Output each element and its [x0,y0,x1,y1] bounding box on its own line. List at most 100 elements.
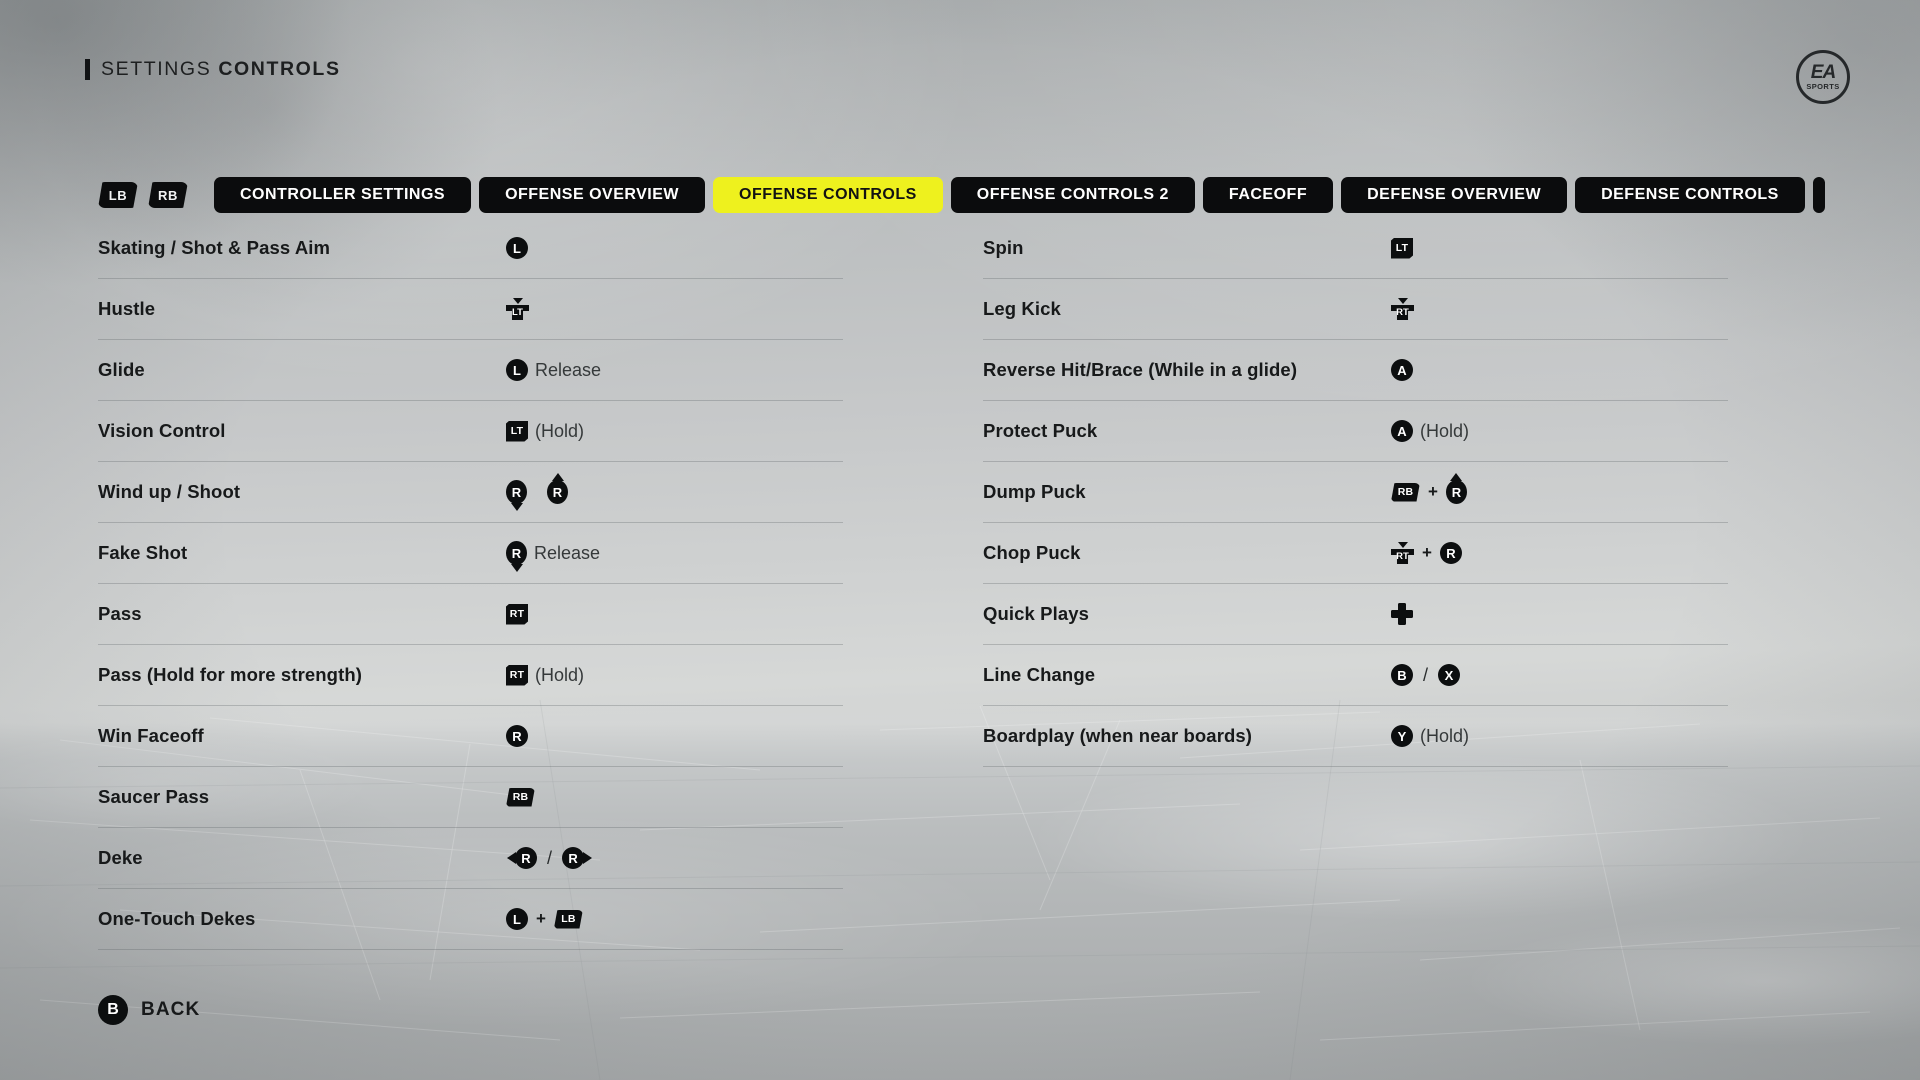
right-stick-down-icon: R [506,541,527,572]
b-button-icon: B [98,995,128,1025]
control-row-wind-up-shoot: Wind up / Shoot R R [98,462,843,523]
control-row-reverse-hit-brace: Reverse Hit/Brace (While in a glide) A [983,340,1728,401]
control-label: Wind up / Shoot [98,481,241,502]
control-label: Vision Control [98,420,226,441]
control-label: Glide [98,359,145,380]
control-row-saucer-pass: Saucer Pass RB [98,767,843,828]
right-trigger-press-icon: RT [1391,542,1414,564]
right-stick-icon: R [515,847,537,869]
x-button-icon: X [1438,664,1461,686]
rb-bumper-icon[interactable]: RB [148,182,188,208]
control-binding: RT (Hold) [506,664,585,686]
control-binding: LT [1391,237,1413,259]
control-label: Pass (Hold for more strength) [98,664,362,685]
right-trigger-icon: RT [506,603,528,625]
right-stick-up-icon: R [1445,473,1467,504]
control-binding: RT [1391,298,1414,320]
control-binding: A (Hold) [1391,420,1469,442]
control-row-boardplay: Boardplay (when near boards) Y (Hold) [983,706,1728,767]
trigger-press-arrow-icon [1397,542,1408,548]
control-binding [1391,603,1413,625]
ea-sports-logo-icon: EA SPORTS [1796,50,1850,104]
binding-modifier: (Hold) [1420,420,1470,441]
right-stick-right-icon: R [562,847,593,869]
right-stick-icon: R [506,480,527,504]
control-binding: L Release [506,359,601,381]
tab-offense-controls[interactable]: OFFENSE CONTROLS [713,177,943,213]
control-binding: LT [506,298,529,320]
right-stick-icon: R [562,847,585,869]
controls-columns: Skating / Shot & Pass Aim L Hustle LT Gl… [98,218,1838,950]
control-label: One-Touch Dekes [98,908,256,929]
left-trigger-icon: LT [1391,237,1413,259]
control-binding: R [506,725,528,747]
control-row-chop-puck: Chop Puck RT + R [983,523,1728,584]
a-button-icon: A [1391,359,1413,381]
right-trigger-press-icon: RT [1391,298,1414,320]
control-label: Leg Kick [983,298,1061,319]
control-binding: L + LB [506,908,583,930]
control-label: Pass [98,603,142,624]
stick-direction-right-icon [583,852,593,864]
left-stick-icon: L [506,908,528,930]
binding-plus: + [1422,543,1432,562]
control-binding: RB [506,787,535,807]
control-row-glide: Glide L Release [98,340,843,401]
control-label: Boardplay (when near boards) [983,725,1253,746]
control-binding: R R [506,473,568,511]
control-row-deke: Deke R / R [98,828,843,889]
left-trigger-icon: LT [506,420,528,442]
tab-defense-controls[interactable]: DEFENSE CONTROLS [1575,177,1805,213]
tab-faceoff[interactable]: FACEOFF [1202,177,1334,213]
back-button-label: BACK [141,999,201,1020]
tab-defense-overview[interactable]: DEFENSE OVERVIEW [1341,177,1568,213]
lb-bumper-icon[interactable]: LB [98,182,138,208]
control-row-pass: Pass RT [98,584,843,645]
stick-direction-left-icon [507,852,516,864]
control-label: Reverse Hit/Brace (While in a glide) [983,359,1298,380]
stick-direction-down-icon [510,564,523,572]
control-label: Fake Shot [98,542,188,563]
tab-controller-settings[interactable]: CONTROLLER SETTINGS [214,177,472,213]
right-trigger-icon: RT [506,664,528,686]
right-stick-icon: R [547,480,568,504]
stick-direction-up-icon [551,473,564,481]
trigger-press-arrow-icon [512,298,523,304]
control-binding: L [506,237,528,259]
tab-offense-overview[interactable]: OFFENSE OVERVIEW [479,177,706,213]
control-label: Line Change [983,664,1096,685]
control-label: Hustle [98,298,156,319]
control-row-spin: Spin LT [983,218,1728,279]
binding-modifier: (Hold) [535,664,585,685]
control-binding: LT (Hold) [506,420,584,442]
control-row-quick-plays: Quick Plays [983,584,1728,645]
control-row-win-faceoff: Win Faceoff R [98,706,843,767]
control-binding: R Release [506,541,601,572]
back-button[interactable]: B BACK [98,995,200,1025]
tab-overflow-partial[interactable] [1812,177,1825,213]
control-label: Chop Puck [983,542,1081,563]
control-row-pass-hold: Pass (Hold for more strength) RT (Hold) [98,645,843,706]
binding-modifier: (Hold) [1420,725,1470,746]
page-title-section: SETTINGS [101,58,212,80]
tab-strip[interactable]: LB RB CONTROLLER SETTINGS OFFENSE OVERVI… [98,176,1920,214]
tab-offense-controls-2[interactable]: OFFENSE CONTROLS 2 [950,177,1195,213]
binding-separator: / [547,847,553,868]
control-row-line-change: Line Change B / X [983,645,1728,706]
control-row-hustle: Hustle LT [98,279,843,340]
control-binding: RT [506,603,528,625]
control-label: Dump Puck [983,481,1086,502]
control-row-protect-puck: Protect Puck A (Hold) [983,401,1728,462]
header-accent-bar [85,59,90,80]
control-row-leg-kick: Leg Kick RT [983,279,1728,340]
right-stick-up-icon: R [547,473,568,504]
page-title-page: CONTROLS [218,58,341,80]
control-label: Deke [98,847,143,868]
binding-modifier: Release [534,542,601,563]
y-button-icon: Y [1391,725,1413,747]
rb-bumper-icon: RB [1391,482,1420,502]
binding-modifier: Release [535,359,602,380]
a-button-icon: A [1391,420,1413,442]
control-binding: Y (Hold) [1391,725,1469,747]
right-stick-icon: R [506,725,528,747]
